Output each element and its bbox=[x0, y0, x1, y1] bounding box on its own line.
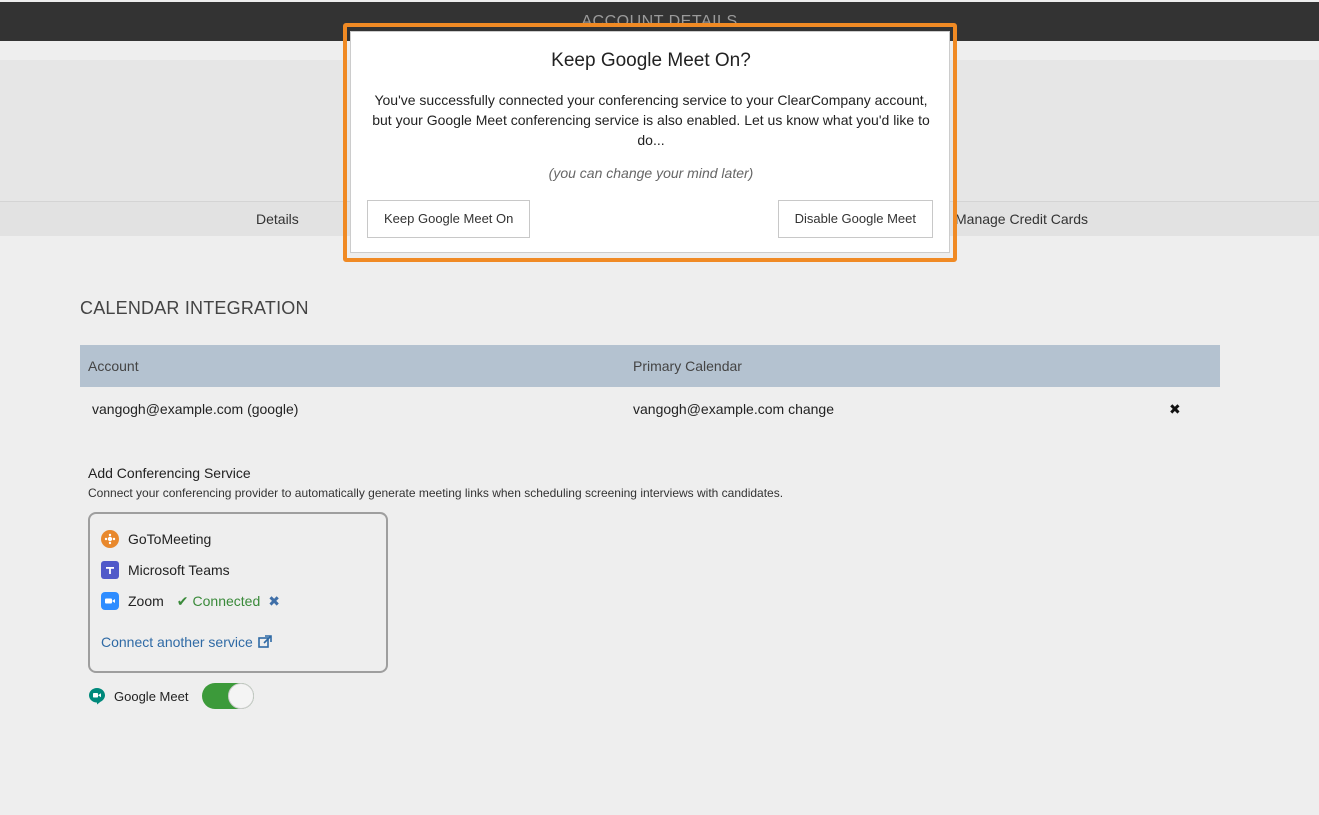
column-header-primary-calendar: Primary Calendar bbox=[633, 358, 742, 374]
google-meet-label: Google Meet bbox=[114, 688, 189, 704]
google-meet-toggle[interactable] bbox=[202, 683, 255, 709]
connect-another-service-link[interactable]: Connect another service bbox=[101, 634, 272, 650]
connected-label: Connected bbox=[192, 593, 261, 609]
service-label: GoToMeeting bbox=[128, 531, 212, 547]
table-row: vangogh@example.com (google) vangogh@exa… bbox=[80, 387, 1220, 433]
disconnect-zoom-icon[interactable]: ✖ bbox=[268, 593, 280, 610]
remove-account-icon[interactable]: ✖ bbox=[1169, 401, 1181, 418]
zoom-icon bbox=[101, 592, 119, 610]
gotomeeting-icon bbox=[101, 530, 119, 548]
tab-manage-credit-cards[interactable]: Manage Credit Cards bbox=[955, 211, 1088, 227]
account-cell: vangogh@example.com (google) bbox=[92, 401, 299, 417]
disable-google-meet-button[interactable]: Disable Google Meet bbox=[777, 200, 933, 238]
conferencing-title: Add Conferencing Service bbox=[88, 465, 251, 481]
service-label: Microsoft Teams bbox=[128, 562, 230, 578]
external-link-icon bbox=[257, 635, 272, 649]
service-zoom[interactable]: Zoom ✔ Connected ✖ bbox=[101, 591, 280, 611]
teams-icon bbox=[101, 561, 119, 579]
column-header-account: Account bbox=[88, 358, 139, 374]
connected-status: ✔ Connected bbox=[177, 593, 260, 610]
connect-link-label: Connect another service bbox=[101, 634, 253, 650]
calendar-table: Account Primary Calendar vangogh@example… bbox=[80, 345, 1220, 433]
calendar-table-header: Account Primary Calendar bbox=[80, 345, 1220, 387]
conferencing-description: Connect your conferencing provider to au… bbox=[88, 486, 784, 500]
google-meet-icon bbox=[88, 687, 106, 705]
keep-google-meet-button[interactable]: Keep Google Meet On bbox=[367, 200, 531, 238]
service-microsoft-teams[interactable]: Microsoft Teams bbox=[101, 560, 230, 580]
dialog-message: You've successfully connected your confe… bbox=[372, 92, 930, 148]
dialog-note: (you can change your mind later) bbox=[548, 165, 754, 181]
toggle-knob bbox=[228, 683, 255, 709]
dialog-title: Keep Google Meet On? bbox=[551, 50, 751, 71]
conferencing-services-box: GoToMeeting Microsoft Teams Zoom ✔ Conne… bbox=[88, 512, 388, 673]
keep-google-meet-dialog: Keep Google Meet On? You've successfully… bbox=[350, 31, 950, 253]
service-label: Zoom bbox=[128, 593, 164, 609]
google-meet-row: Google Meet bbox=[88, 683, 255, 709]
primary-calendar-cell[interactable]: vangogh@example.com change bbox=[633, 401, 834, 417]
calendar-integration-title: CALENDAR INTEGRATION bbox=[80, 298, 309, 318]
tab-details[interactable]: Details bbox=[256, 211, 299, 227]
checkmark-icon: ✔ bbox=[176, 592, 189, 609]
service-gotomeeting[interactable]: GoToMeeting bbox=[101, 529, 211, 549]
